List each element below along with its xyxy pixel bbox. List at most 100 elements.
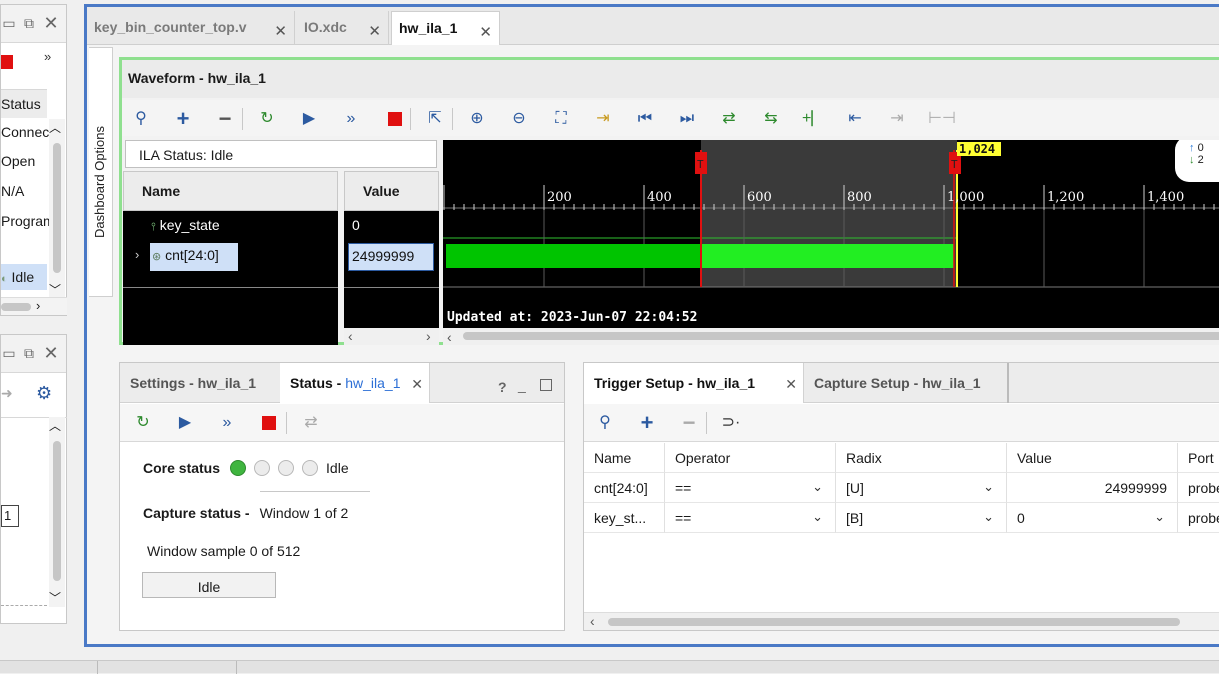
chevron-up-icon[interactable]: ︿ <box>49 417 61 434</box>
arrow-right-icon[interactable]: ➜ <box>1 385 13 402</box>
minimize-icon[interactable]: _ <box>518 377 526 393</box>
column-header[interactable]: Name <box>584 443 665 473</box>
value-scrollbar[interactable]: ‹ › <box>344 328 439 345</box>
tab-hw-ila-1[interactable]: hw_ila_1 ✕ <box>391 11 500 45</box>
run-immediate-icon[interactable]: » <box>340 108 362 130</box>
value-field[interactable]: 24999999 <box>1007 473 1178 503</box>
add-marker-icon[interactable]: +⎸ <box>802 108 827 130</box>
vertical-scrollbar[interactable]: ︿ ﹀ <box>49 119 65 299</box>
waveform-canvas[interactable]: T T 1,024 200 400 600 800 1,000 1,200 1,… <box>443 140 1219 345</box>
scrollbar-thumb[interactable] <box>608 618 1180 626</box>
add-icon[interactable]: + <box>636 412 658 434</box>
run-trigger-icon[interactable]: ▶ <box>298 108 320 130</box>
expand-icon[interactable]: › <box>135 247 139 262</box>
dashboard-options-tab[interactable]: Dashboard Options <box>89 47 113 297</box>
chevron-up-icon[interactable]: ︿ <box>49 119 61 136</box>
table-cell-name[interactable]: cnt[24:0] <box>584 473 665 503</box>
tab-io-xdc[interactable]: IO.xdc ✕ <box>297 11 389 45</box>
scrollbar-thumb[interactable] <box>53 143 61 273</box>
chevron-left-icon[interactable]: ‹ <box>590 613 595 629</box>
close-icon[interactable]: ✕ <box>43 14 59 32</box>
status-idle-button[interactable]: Idle <box>142 572 276 598</box>
search-icon[interactable]: ⚲ <box>130 108 152 130</box>
gear-icon[interactable]: ⚙ <box>36 383 52 404</box>
tab-trigger-setup[interactable]: Trigger Setup - hw_ila_1 ✕ <box>584 363 804 403</box>
auto-trigger-icon[interactable]: ↻ <box>256 108 278 130</box>
list-item[interactable]: Open <box>1 153 35 169</box>
column-header[interactable]: Value <box>1007 443 1178 473</box>
remove-icon[interactable]: − <box>678 412 700 434</box>
close-tab-icon[interactable]: ✕ <box>368 22 381 40</box>
restore-icon[interactable]: ⧉ <box>21 15 37 31</box>
tab-status[interactable]: Status - hw_ila_1 ✕ <box>280 363 430 403</box>
restore-icon[interactable]: ⧉ <box>21 345 37 361</box>
gate-icon[interactable]: ⊃· <box>720 412 742 434</box>
minimize-icon[interactable]: ▭ <box>1 15 17 31</box>
close-tab-icon[interactable]: ✕ <box>785 376 797 393</box>
chevron-down-icon[interactable]: ⌄ <box>812 479 823 495</box>
zoom-out-icon[interactable]: ⊖ <box>508 108 530 130</box>
list-item[interactable]: N/A <box>1 183 24 199</box>
value-select[interactable]: 0 ⌄ <box>1007 503 1178 533</box>
signal-row[interactable]: ⫯ key_state <box>151 217 220 234</box>
close-tab-icon[interactable]: ✕ <box>411 376 423 393</box>
close-tab-icon[interactable]: ✕ <box>274 22 287 40</box>
chevron-down-icon[interactable]: ⌄ <box>1154 509 1165 525</box>
column-header[interactable]: Operator <box>665 443 836 473</box>
chevron-down-icon[interactable]: ⌄ <box>983 479 994 495</box>
operator-select[interactable]: == ⌄ <box>665 473 836 503</box>
value-input[interactable]: 1 <box>1 505 19 527</box>
chevron-right-icon[interactable]: › <box>36 298 40 313</box>
remove-icon[interactable]: − <box>214 108 236 130</box>
scrollbar-thumb[interactable] <box>1 303 31 311</box>
stop-icon[interactable] <box>258 412 280 434</box>
minimize-icon[interactable]: ▭ <box>1 345 17 361</box>
stop-icon[interactable] <box>1 55 13 69</box>
scrollbar-thumb[interactable] <box>53 441 61 581</box>
run-immediate-icon[interactable]: » <box>216 412 238 434</box>
next-marker-icon[interactable]: ⇥ <box>886 108 908 130</box>
go-to-start-icon[interactable]: ⏮ <box>634 108 656 130</box>
name-column-header[interactable]: Name <box>123 171 338 211</box>
chevron-right-icon[interactable]: › <box>426 328 431 344</box>
close-icon[interactable]: ✕ <box>43 344 59 362</box>
scrollbar-thumb[interactable] <box>463 332 1219 340</box>
add-icon[interactable]: + <box>172 108 194 130</box>
chevron-down-icon[interactable]: ﹀ <box>49 589 61 606</box>
table-cell-name[interactable]: key_st... <box>584 503 665 533</box>
more-icon[interactable]: » <box>44 49 51 64</box>
chevron-left-icon[interactable]: ‹ <box>447 329 452 345</box>
zoom-in-icon[interactable]: ⊕ <box>466 108 488 130</box>
tab-settings[interactable]: Settings - hw_ila_1 <box>120 363 278 403</box>
stop-icon[interactable] <box>384 108 406 130</box>
run-trigger-icon[interactable]: ▶ <box>174 412 196 434</box>
previous-marker-icon[interactable]: ⇤ <box>844 108 866 130</box>
tab-capture-setup[interactable]: Capture Setup - hw_ila_1 <box>804 363 1009 403</box>
goto-cursor-icon[interactable]: ⇥ <box>592 108 614 130</box>
column-header[interactable]: Radix <box>836 443 1007 473</box>
trigger-horizontal-scrollbar[interactable]: ‹ <box>584 612 1219 630</box>
value-column-header[interactable]: Value <box>344 171 439 211</box>
list-item[interactable]: Connect <box>1 124 53 140</box>
chevron-down-icon[interactable]: ﹀ <box>49 281 61 298</box>
next-transition-icon[interactable]: ⇆ <box>760 108 782 130</box>
column-header[interactable]: Port <box>1178 443 1219 473</box>
maximize-icon[interactable] <box>540 379 552 391</box>
export-icon[interactable]: ⇱ <box>424 108 446 130</box>
close-tab-icon[interactable]: ✕ <box>479 23 492 41</box>
chevron-down-icon[interactable]: ⌄ <box>983 509 994 525</box>
tab-key-bin-counter-top[interactable]: key_bin_counter_top.v ✕ <box>87 11 295 45</box>
help-icon[interactable]: ? <box>498 379 507 395</box>
list-item[interactable]: Program <box>1 213 55 229</box>
auto-trigger-icon[interactable]: ↻ <box>132 412 154 434</box>
horizontal-scrollbar[interactable]: › <box>1 297 67 315</box>
go-to-end-icon[interactable]: ⏭ <box>676 108 698 130</box>
radix-select[interactable]: [B] ⌄ <box>836 503 1007 533</box>
list-item-selected[interactable]: ◐ Idle <box>1 264 47 290</box>
search-icon[interactable]: ⚲ <box>594 412 616 434</box>
swap-cursors-icon[interactable]: ⊢⊣ <box>928 108 956 130</box>
signal-row-selected[interactable]: ⊛ cnt[24:0] <box>150 243 238 271</box>
switch-icon[interactable]: ⇄ <box>300 412 322 434</box>
chevron-left-icon[interactable]: ‹ <box>348 328 353 344</box>
vertical-scrollbar[interactable]: ︿ ﹀ <box>49 417 65 607</box>
